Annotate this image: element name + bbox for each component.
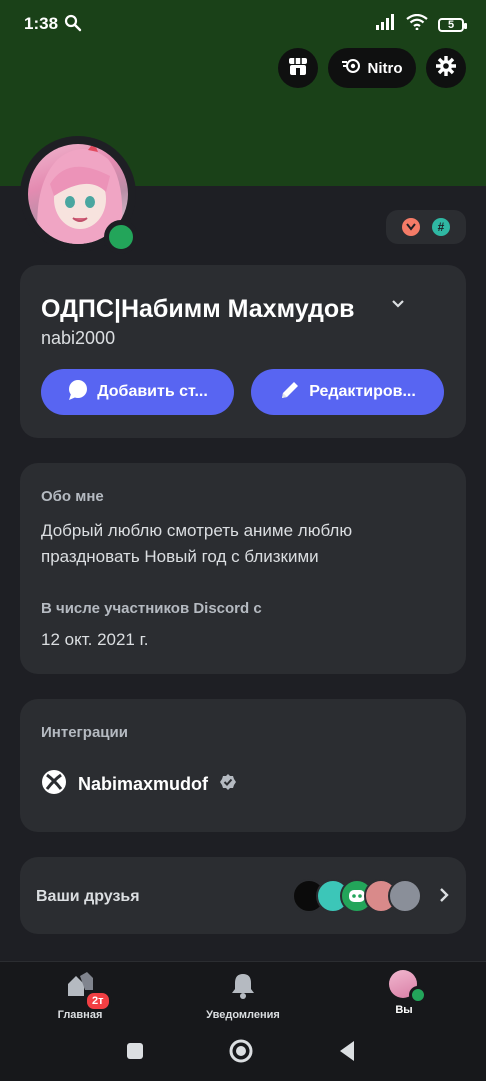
nav-home[interactable]: 2т Главная [20,970,140,1021]
wifi-icon [406,13,428,35]
system-navigation-bar [0,1036,486,1066]
status-bar: 1:38 5 [0,0,486,50]
home-notification-badge: 2т [84,990,112,1012]
about-heading: Обо мне [41,488,104,505]
hypesquad-badge-icon [402,218,420,236]
friends-label: Ваши друзья [36,888,140,905]
battery-icon: 5 [438,17,467,32]
add-status-button[interactable]: Добавить ст... [41,369,234,415]
verified-icon [219,773,237,796]
member-since-heading: В числе участников Discord с [41,600,262,617]
nitro-icon [341,58,362,78]
nitro-label: Nitro [367,59,403,77]
member-since-date: 12 окт. 2021 г. [41,630,149,649]
hashtag-badge-icon: # [432,218,450,236]
pencil-icon [279,379,301,406]
about-card: Обо мне Добрый люблю смотреть аниме любл… [20,463,466,674]
online-status-indicator [409,986,427,1004]
bell-icon [228,970,258,1005]
avatar [389,970,427,1004]
xbox-account-name: Nabimaxmudof [78,774,209,794]
status-icons: 5 [376,13,467,35]
username: nabi2000 [41,328,116,348]
edit-profile-label: Редактиров... [309,383,416,400]
chevron-right-icon[interactable] [438,886,450,909]
nav-you[interactable]: Вы [344,970,464,1016]
shop-button[interactable] [278,48,318,88]
nitro-button[interactable]: Nitro [328,48,416,88]
nav-notifications-label: Уведомления [206,1009,280,1021]
signal-icon [376,14,396,35]
xbox-connection[interactable]: Nabimaxmudof [41,769,237,800]
settings-button[interactable] [426,48,466,88]
speech-bubble-icon [67,379,89,406]
friend-avatars [292,879,432,913]
add-status-label: Добавить ст... [97,383,208,400]
back-icon[interactable] [338,1040,356,1067]
chevron-down-icon[interactable] [390,297,406,315]
status-time: 1:38 [24,14,59,33]
integrations-card: Интеграции Nabimaxmudof [20,699,466,832]
shop-icon [287,55,309,82]
xbox-icon [41,769,67,800]
search-icon [64,14,82,37]
profile-badges[interactable]: # [386,210,466,244]
profile-card: ОДПС|Набимм Махмудов nabi2000 Добавить с… [20,265,466,438]
profile-avatar-frame[interactable] [20,136,138,254]
friend-avatar [388,879,422,913]
nav-you-label: Вы [395,1004,413,1016]
edit-profile-button[interactable]: Редактиров... [251,369,444,415]
circle-icon[interactable] [229,1039,253,1068]
about-text: Добрый люблю смотреть аниме люблю праздн… [41,521,353,566]
gear-icon [435,55,457,82]
friends-card[interactable]: Ваши друзья [20,857,466,934]
square-icon[interactable] [126,1042,144,1065]
online-status-indicator [104,220,138,254]
nav-notifications[interactable]: Уведомления [183,970,303,1021]
integrations-heading: Интеграции [41,724,128,741]
display-name: ОДПС|Набимм Махмудов [41,295,355,323]
